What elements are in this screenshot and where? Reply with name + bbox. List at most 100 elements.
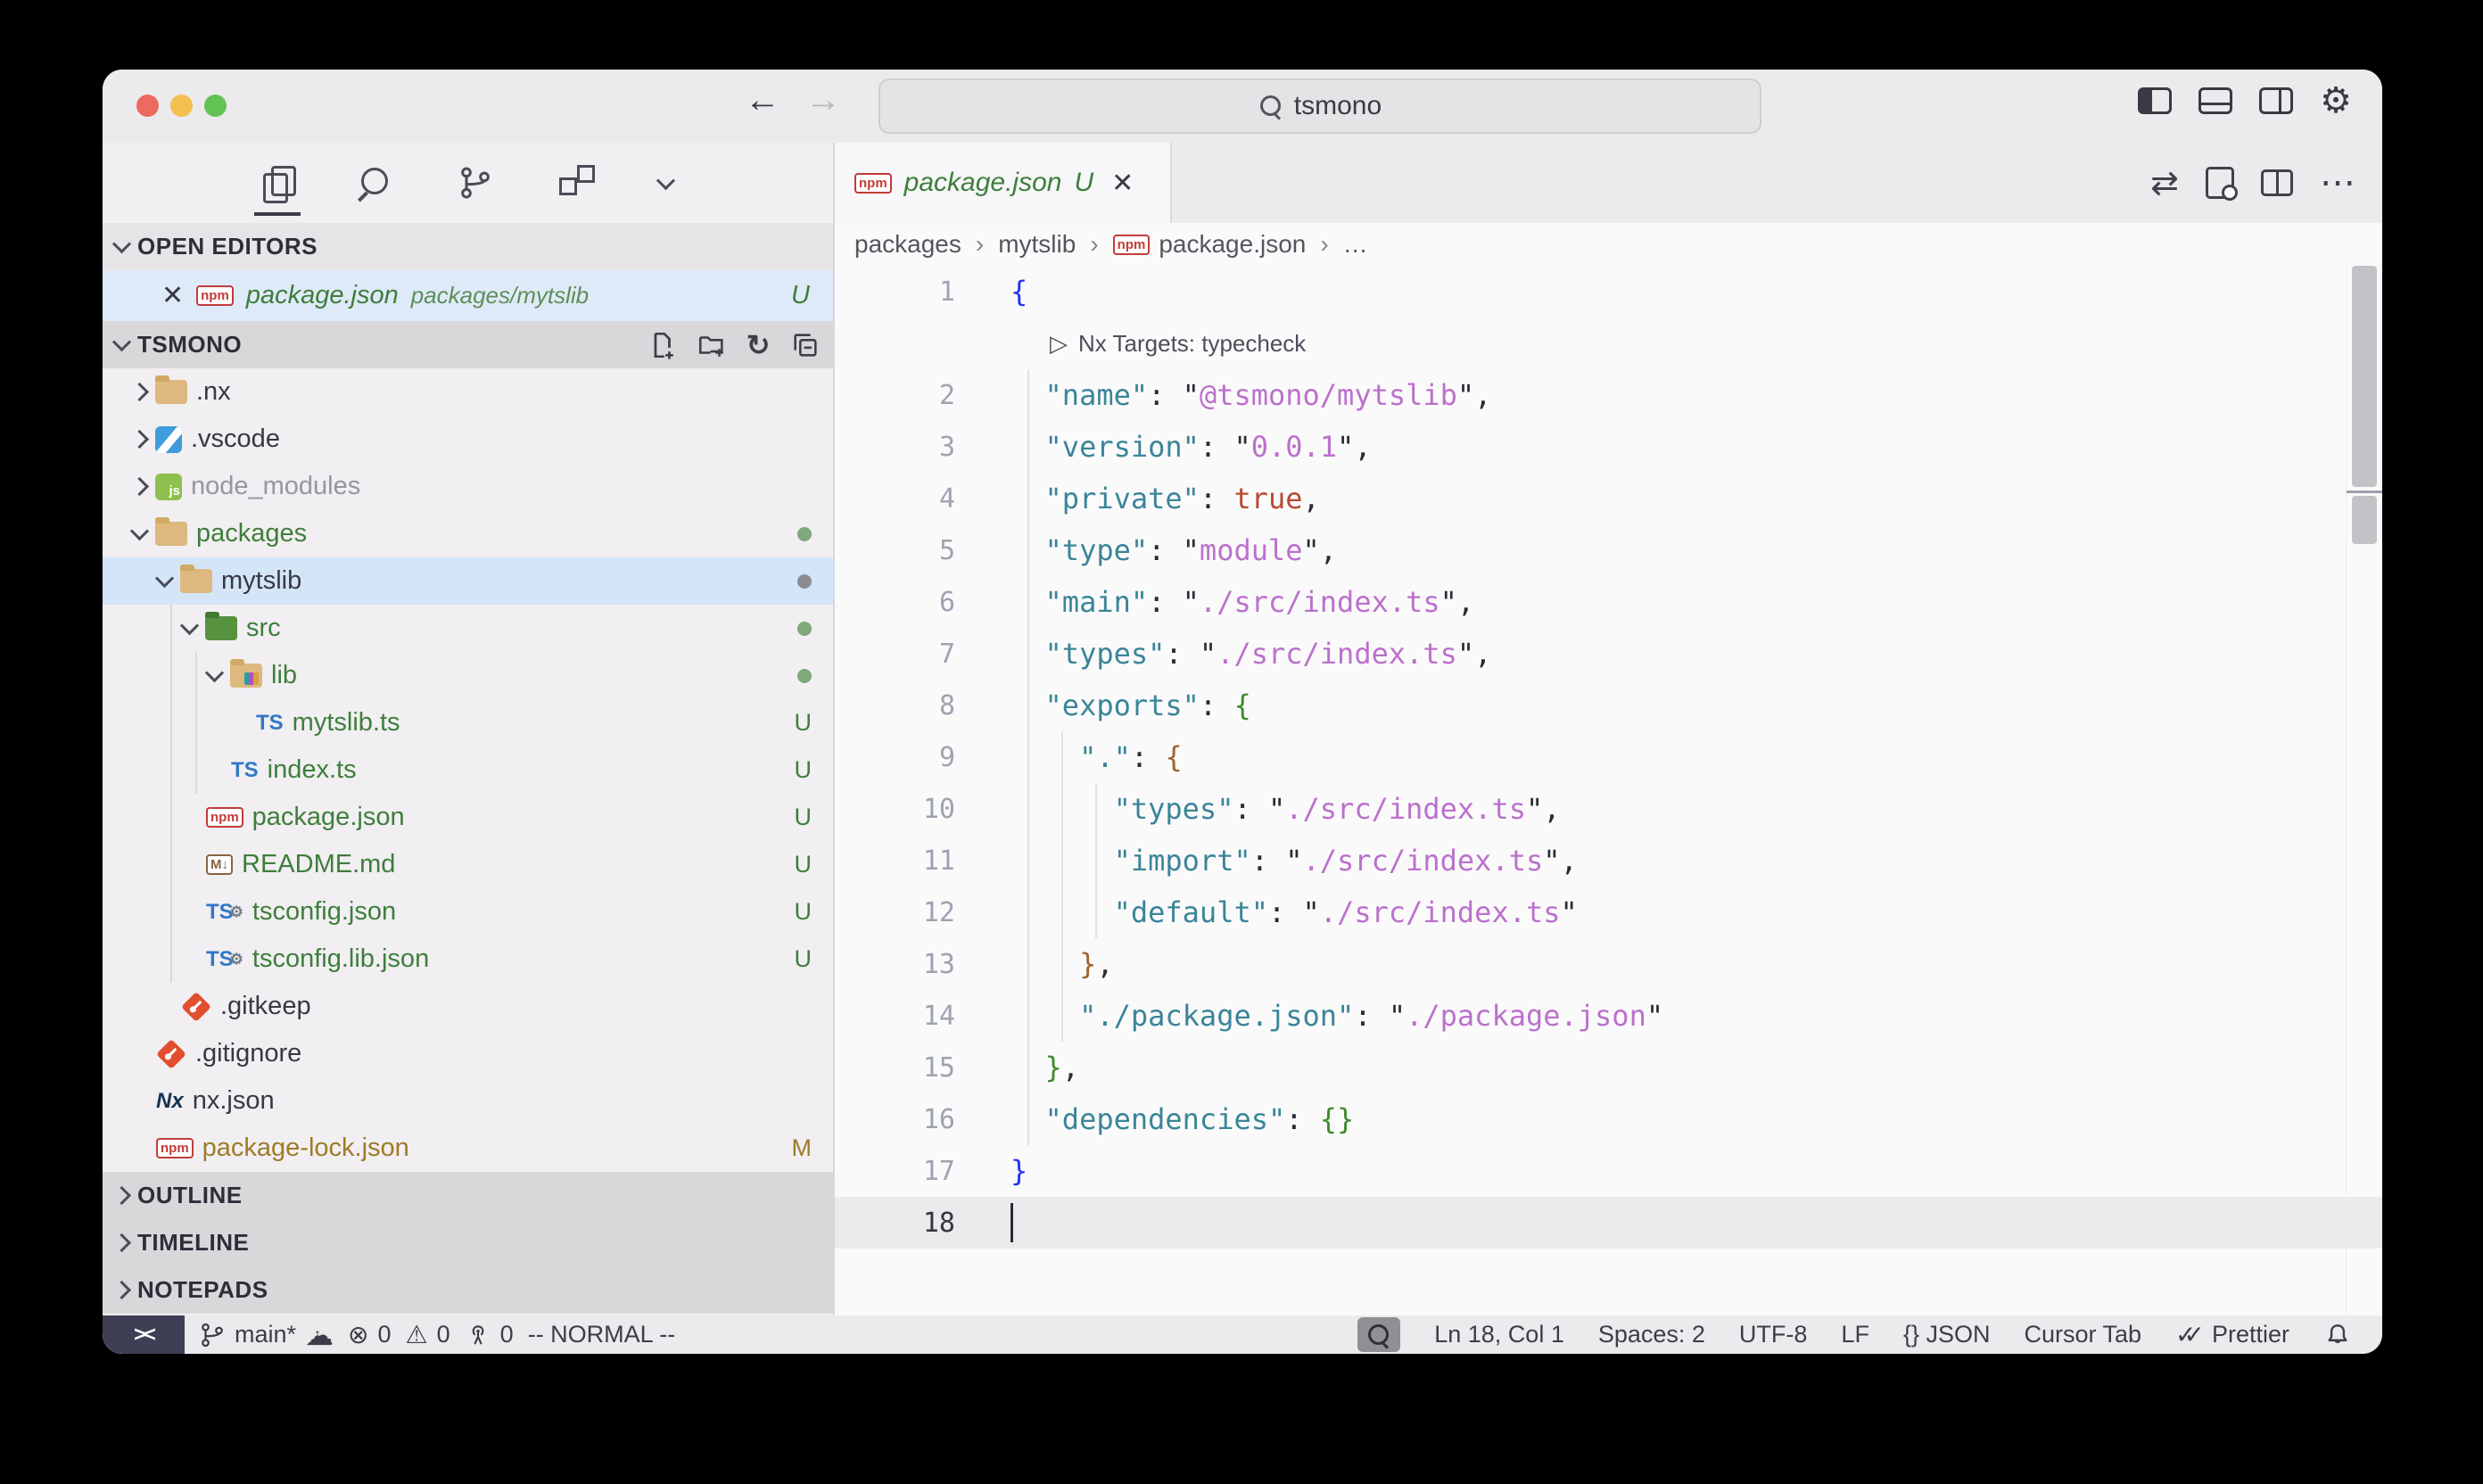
tree-row--gitignore[interactable]: .gitignore <box>103 1030 833 1077</box>
tree-row-mytslib-ts[interactable]: TSmytslib.tsU <box>103 699 833 746</box>
tree-row--gitkeep[interactable]: .gitkeep <box>103 983 833 1030</box>
new-folder-icon[interactable] <box>697 330 727 360</box>
status-text-ln-18-col-1[interactable]: Ln 18, Col 1 <box>1434 1321 1564 1348</box>
search-icon <box>1258 94 1283 119</box>
codelens-link[interactable]: ▷Nx Targets: typecheck <box>1011 330 1306 358</box>
explorer-section-header[interactable]: TSMONO ↻ <box>103 321 833 368</box>
section-header-timeline[interactable]: TIMELINE <box>103 1219 833 1266</box>
status-text--normal-[interactable]: -- NORMAL -- <box>528 1321 675 1348</box>
tree-row-package-lock-json[interactable]: npmpackage-lock.jsonM <box>103 1125 833 1172</box>
search-icon[interactable] <box>354 156 395 210</box>
layout-panel-icon[interactable] <box>2198 87 2232 114</box>
tree-row-nx-json[interactable]: Nxnx.json <box>103 1077 833 1125</box>
tree-row-packages[interactable]: packages <box>103 510 833 557</box>
more-actions-icon[interactable]: ⋯ <box>2320 162 2357 203</box>
chevron-right-icon <box>130 430 149 449</box>
line-number: 17 <box>835 1156 1011 1187</box>
npm-file-icon: npm <box>206 807 243 828</box>
status-text-spaces-2[interactable]: Spaces: 2 <box>1598 1321 1705 1348</box>
play-triangle-icon: ▷ <box>1050 330 1068 358</box>
breadcrumb-item[interactable]: packages <box>854 230 961 259</box>
breadcrumb-item[interactable]: npmpackage.json <box>1113 230 1307 259</box>
bell-icon[interactable] <box>2323 1321 2352 1349</box>
status-error[interactable]: ⊗0 <box>348 1321 392 1348</box>
section-header-outline[interactable]: OUTLINE <box>103 1172 833 1219</box>
status-warn[interactable]: ⚠0 <box>406 1321 450 1348</box>
tree-row--nx[interactable]: .nx <box>103 368 833 416</box>
code-line-3: 3 "version": "0.0.1", <box>835 421 2382 473</box>
search-editor-icon[interactable] <box>2206 167 2234 199</box>
settings-gear-icon[interactable]: ⚙ <box>2320 87 2352 114</box>
warning-count: 0 <box>437 1321 450 1348</box>
scrollbar-track <box>2346 266 2347 1315</box>
refresh-icon[interactable]: ↻ <box>747 331 771 359</box>
breadcrumb-item[interactable]: … <box>1343 230 1368 259</box>
status-prettier[interactable]: ✓✓Prettier <box>2175 1320 2289 1349</box>
status-text-cursor-tab[interactable]: Cursor Tab <box>2024 1321 2141 1348</box>
status-branch[interactable]: main* ☁↑ <box>199 1321 334 1349</box>
tree-row-lib[interactable]: lib <box>103 652 833 699</box>
tab-package-json[interactable]: npm package.json U ✕ <box>835 143 1172 223</box>
scrollbar-thumb[interactable] <box>2352 266 2377 487</box>
git-status-badge: M <box>792 1134 813 1162</box>
code-line-5: 5 "type": "module", <box>835 524 2382 576</box>
tree-row-tsconfig-lib-json[interactable]: TS⚙tsconfig.lib.jsonU <box>103 936 833 983</box>
new-file-icon[interactable] <box>647 330 677 360</box>
tab-bar: npm package.json U ✕ ⇄ ⋯ <box>835 143 2382 223</box>
layout-sidebar-right-icon[interactable] <box>2259 87 2293 114</box>
tree-item-label: README.md <box>242 850 395 879</box>
explorer-files-icon[interactable] <box>260 156 295 210</box>
tab-close-icon[interactable]: ✕ <box>1111 168 1134 199</box>
layout-sidebar-left-icon[interactable] <box>2138 87 2172 114</box>
open-editor-item[interactable]: ✕ npm package.json packages/mytslib U <box>103 270 833 321</box>
tree-row-mytslib[interactable]: mytslib <box>103 557 833 605</box>
command-center-search[interactable]: tsmono <box>879 78 1761 134</box>
code-line-10: 10 "types": "./src/index.ts", <box>835 783 2382 835</box>
close-window-button[interactable] <box>136 95 159 117</box>
tree-row--vscode[interactable]: .vscode <box>103 416 833 463</box>
tree-row-node-modules[interactable]: jsnode_modules <box>103 463 833 510</box>
cloud-upload-icon[interactable]: ☁↑ <box>305 1321 334 1349</box>
open-editors-header[interactable]: OPEN EDITORS <box>103 223 833 270</box>
remote-indicator[interactable]: >< <box>103 1315 185 1354</box>
chevron-down-icon[interactable] <box>656 156 676 210</box>
tree-row-readme-md[interactable]: M↓README.mdU <box>103 841 833 888</box>
code-line-17: 17} <box>835 1145 2382 1197</box>
status-text--json[interactable]: {} JSON <box>1903 1321 1991 1348</box>
zoom-window-button[interactable] <box>204 95 227 117</box>
tree-row-tsconfig-json[interactable]: TS⚙tsconfig.jsonU <box>103 888 833 936</box>
status-radio[interactable]: 0 <box>465 1321 514 1348</box>
close-icon[interactable]: ✕ <box>161 280 184 311</box>
tree-row-index-ts[interactable]: TSindex.tsU <box>103 746 833 794</box>
tree-row-package-json[interactable]: npmpackage.jsonU <box>103 794 833 841</box>
source-control-icon[interactable] <box>454 156 497 210</box>
status-bell[interactable] <box>2323 1321 2352 1349</box>
breadcrumb-item[interactable]: mytslib <box>998 230 1076 259</box>
tab-label: package.json <box>904 168 1062 198</box>
port-count: 0 <box>500 1321 514 1348</box>
navigate-back-button[interactable]: ← <box>745 80 780 120</box>
status-text-lf[interactable]: LF <box>1841 1321 1869 1348</box>
extensions-icon[interactable] <box>556 156 597 210</box>
breadcrumb-label: package.json <box>1159 230 1306 259</box>
code-line-6: 6 "main": "./src/index.ts", <box>835 576 2382 628</box>
status-text-utf-8[interactable]: UTF-8 <box>1739 1321 1808 1348</box>
navigate-forward-button[interactable]: → <box>805 80 841 120</box>
folder-icon <box>155 522 187 546</box>
minimize-window-button[interactable] <box>170 95 193 117</box>
split-editor-icon[interactable] <box>2261 169 2293 196</box>
git-status-dot <box>797 527 812 541</box>
open-changes-icon[interactable]: ⇄ <box>2150 163 2179 203</box>
branch-name: main* <box>235 1321 296 1348</box>
zoom-tool-button[interactable] <box>1357 1317 1400 1352</box>
tree-row-src[interactable]: src <box>103 605 833 652</box>
code-editor[interactable]: 1{▷Nx Targets: typecheck2 "name": "@tsmo… <box>835 266 2382 1315</box>
line-number: 9 <box>835 742 1011 773</box>
collapse-all-icon[interactable] <box>790 330 821 360</box>
title-bar: ← → tsmono ⚙ <box>103 70 2382 143</box>
scrollbar-thumb[interactable] <box>2352 496 2377 544</box>
npm-file-icon: npm <box>156 1138 194 1158</box>
section-header-notepads[interactable]: NOTEPADS <box>103 1266 833 1314</box>
tab-dirty-badge: U <box>1074 168 1093 198</box>
breadcrumbs: packages›mytslib›npmpackage.json›… <box>835 223 2382 266</box>
